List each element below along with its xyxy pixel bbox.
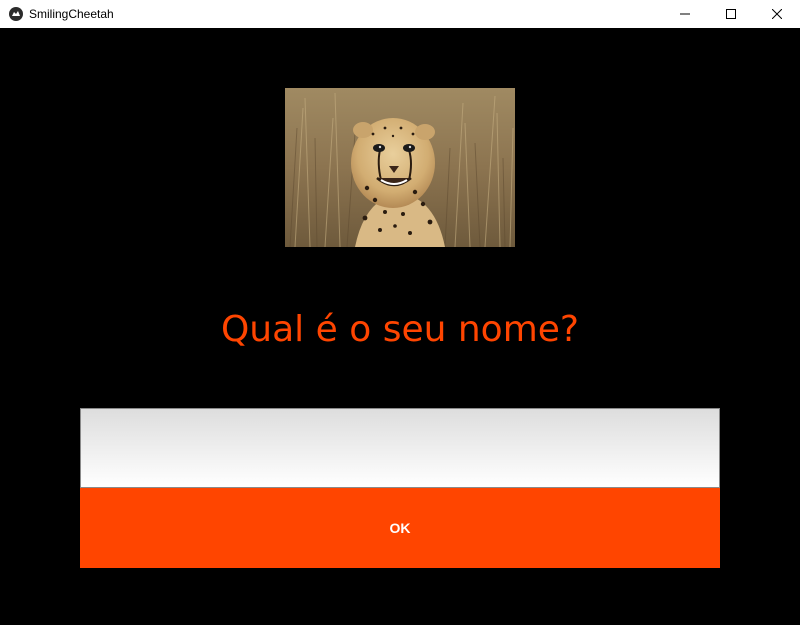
window-controls	[662, 0, 800, 28]
kivy-app-icon	[9, 7, 23, 21]
maximize-button[interactable]	[708, 0, 754, 28]
title-bar[interactable]: SmilingCheetah	[0, 0, 800, 28]
close-button[interactable]	[754, 0, 800, 28]
ok-button[interactable]: OK	[80, 488, 720, 568]
maximize-icon	[726, 9, 736, 19]
name-input[interactable]	[80, 408, 720, 488]
close-icon	[772, 9, 782, 19]
app-window: SmilingCheetah Qual é o seu nome? OK	[0, 0, 800, 625]
cheetah-photo	[285, 88, 515, 247]
minimize-icon	[680, 13, 690, 15]
window-title: SmilingCheetah	[29, 7, 114, 21]
ok-button-label: OK	[389, 520, 411, 536]
name-question: Qual é o seu nome?	[220, 309, 580, 350]
minimize-button[interactable]	[662, 0, 708, 28]
